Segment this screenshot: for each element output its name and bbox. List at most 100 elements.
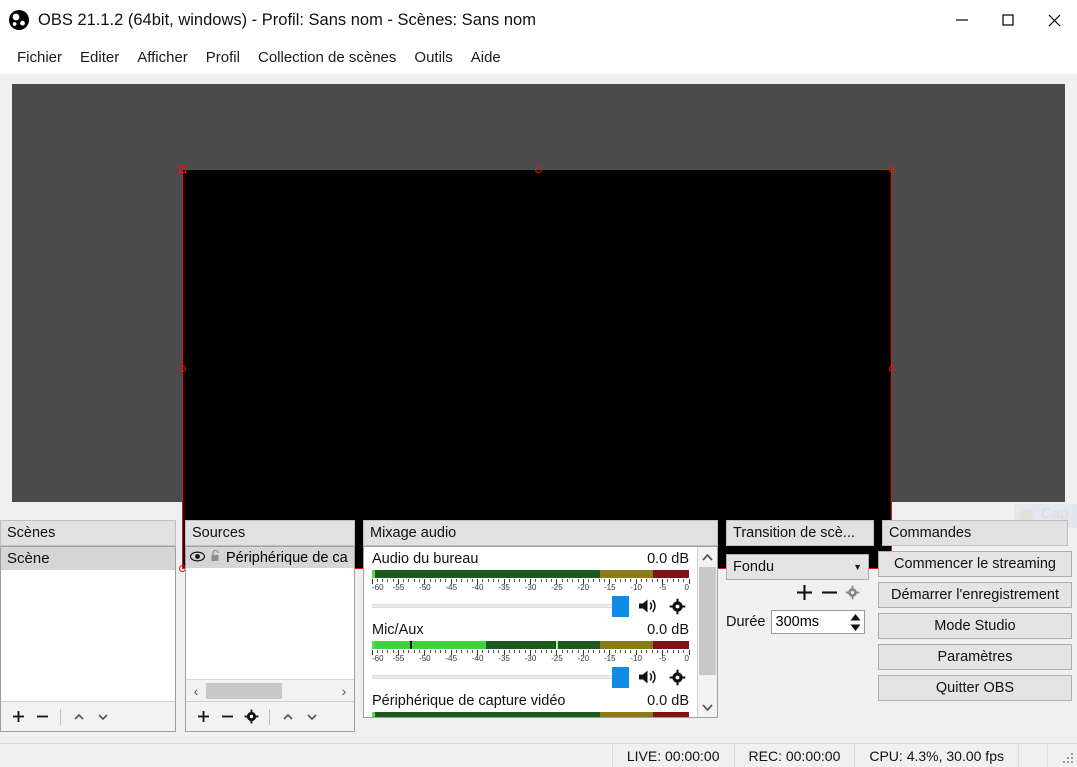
chevron-left-icon[interactable]: ‹ <box>186 683 206 699</box>
start-recording-button[interactable]: Démarrer l'enregistrement <box>878 582 1072 608</box>
scenes-toolbar <box>1 701 175 731</box>
track-header: Audio du bureau 0.0 dB <box>372 551 689 567</box>
menu-collection-de-scenes[interactable]: Collection de scènes <box>249 46 405 69</box>
menu-outils[interactable]: Outils <box>405 46 461 69</box>
duration-input[interactable]: 300ms <box>770 610 865 634</box>
tick-label: -20 <box>577 654 590 663</box>
tick-mark-minor <box>514 650 516 653</box>
quit-obs-button[interactable]: Quitter OBS <box>878 675 1072 701</box>
tick-mark-minor <box>434 650 436 653</box>
slider-knob[interactable] <box>612 667 629 688</box>
move-source-down-button[interactable] <box>301 705 323 729</box>
tick-mark-minor <box>683 579 685 582</box>
start-streaming-button[interactable]: Commencer le streaming <box>878 551 1072 577</box>
tick-label: -10 <box>630 583 642 592</box>
chevron-right-icon[interactable]: › <box>334 683 354 699</box>
chevron-down-icon[interactable] <box>698 697 717 717</box>
mute-button[interactable] <box>635 598 659 614</box>
move-source-up-button[interactable] <box>277 705 299 729</box>
remove-source-button[interactable] <box>216 705 238 729</box>
transition-select[interactable]: Fondu ▼ <box>726 554 869 580</box>
chevron-up-icon[interactable] <box>698 547 717 567</box>
eye-icon[interactable] <box>189 550 206 566</box>
meter-magnitude <box>410 641 413 649</box>
tick-label: -15 <box>603 583 616 592</box>
menu-profil[interactable]: Profil <box>197 46 249 69</box>
source-list-item[interactable]: Périphérique de ca <box>186 547 354 568</box>
tick-mark-minor <box>677 650 679 653</box>
tick-label: -25 <box>551 583 563 592</box>
resize-handle-middle-right[interactable] <box>889 365 896 372</box>
studio-mode-button[interactable]: Mode Studio <box>878 613 1072 639</box>
resize-handle-top-left[interactable] <box>179 166 186 173</box>
mixer-track-list: Audio du bureau 0.0 dB -60 -55 -50 -45 -40 -3… <box>364 547 697 717</box>
resize-handle-middle-left[interactable] <box>179 365 186 372</box>
move-scene-up-button[interactable] <box>68 705 90 729</box>
minimize-button[interactable] <box>939 0 985 40</box>
settings-button[interactable]: Paramètres <box>878 644 1072 670</box>
meter-indicator <box>372 712 375 717</box>
transitions-dock: Transition de scè... Fondu ▼ Durée 300ms <box>726 520 874 634</box>
tick-mark-minor <box>508 650 510 653</box>
add-source-button[interactable] <box>192 705 214 729</box>
tick-mark-minor <box>382 579 384 582</box>
tick-mark-minor <box>566 650 568 653</box>
mute-button[interactable] <box>635 669 659 685</box>
unlock-icon[interactable] <box>210 549 221 566</box>
duration-stepper[interactable] <box>849 612 862 632</box>
tick-mark-minor <box>598 650 600 653</box>
close-button[interactable] <box>1031 0 1077 40</box>
tick-mark-minor <box>413 579 415 582</box>
sources-list[interactable]: Périphérique de ca <box>186 547 354 679</box>
resize-handle-top-right[interactable] <box>889 166 896 173</box>
audio-meter <box>372 570 689 578</box>
volume-slider[interactable] <box>372 664 629 690</box>
menu-fichier[interactable]: Fichier <box>8 46 71 69</box>
tick-mark-minor <box>614 579 616 582</box>
source-selection-border <box>182 169 892 569</box>
track-header: Mic/Aux 0.0 dB <box>372 622 689 638</box>
add-transition-button[interactable] <box>795 583 814 607</box>
transitions-title: Transition de scè... <box>726 520 874 546</box>
track-db: 0.0 dB <box>647 551 689 567</box>
scenes-list[interactable]: Scène <box>1 547 175 701</box>
track-settings-button[interactable] <box>665 598 689 615</box>
hscroll-thumb[interactable] <box>206 682 282 699</box>
maximize-button[interactable] <box>985 0 1031 40</box>
slider-knob[interactable] <box>612 596 629 617</box>
source-properties-button[interactable] <box>240 705 262 729</box>
sources-horizontal-scrollbar[interactable]: ‹ › <box>186 679 354 701</box>
hscroll-track[interactable] <box>206 681 334 700</box>
chevron-down-icon[interactable]: ▼ <box>853 562 862 572</box>
toolbar-divider <box>269 708 270 725</box>
tick-mark-minor <box>672 579 674 582</box>
meter-scale: -60 -55 -50 -45 -40 -35 -30 -25 -20 -15 -10 -5 0 <box>371 650 690 664</box>
tick-label: -20 <box>577 583 590 592</box>
mixer-scrollbar[interactable] <box>697 547 717 717</box>
remove-transition-button[interactable] <box>820 583 839 607</box>
resize-handle-top-center[interactable] <box>535 166 542 173</box>
sources-dock: Sources Périphérique de ca ‹ › <box>185 520 355 732</box>
scrollbar-thumb[interactable] <box>699 567 716 675</box>
tick-mark-minor <box>403 579 405 582</box>
tick-label: -55 <box>392 654 405 663</box>
tick-mark-minor <box>588 650 590 653</box>
scene-list-item[interactable]: Scène <box>1 547 175 570</box>
track-header: Périphérique de capture vidéo 0.0 dB <box>372 693 689 709</box>
resize-grip-icon[interactable] <box>1047 743 1077 767</box>
menu-editer[interactable]: Editer <box>71 46 128 69</box>
menu-aide[interactable]: Aide <box>462 46 510 69</box>
volume-slider[interactable] <box>372 593 629 619</box>
preview-area[interactable] <box>0 74 1077 572</box>
tick-mark-minor <box>482 579 484 582</box>
track-db: 0.0 dB <box>647 693 689 709</box>
tick-mark-minor <box>403 650 405 653</box>
add-scene-button[interactable] <box>7 705 29 729</box>
menu-afficher[interactable]: Afficher <box>128 46 197 69</box>
remove-scene-button[interactable] <box>31 705 53 729</box>
transition-settings-button[interactable] <box>845 585 860 605</box>
scrollbar-track[interactable] <box>698 567 717 697</box>
tick-mark-minor <box>419 579 421 582</box>
move-scene-down-button[interactable] <box>92 705 114 729</box>
track-settings-button[interactable] <box>665 669 689 686</box>
